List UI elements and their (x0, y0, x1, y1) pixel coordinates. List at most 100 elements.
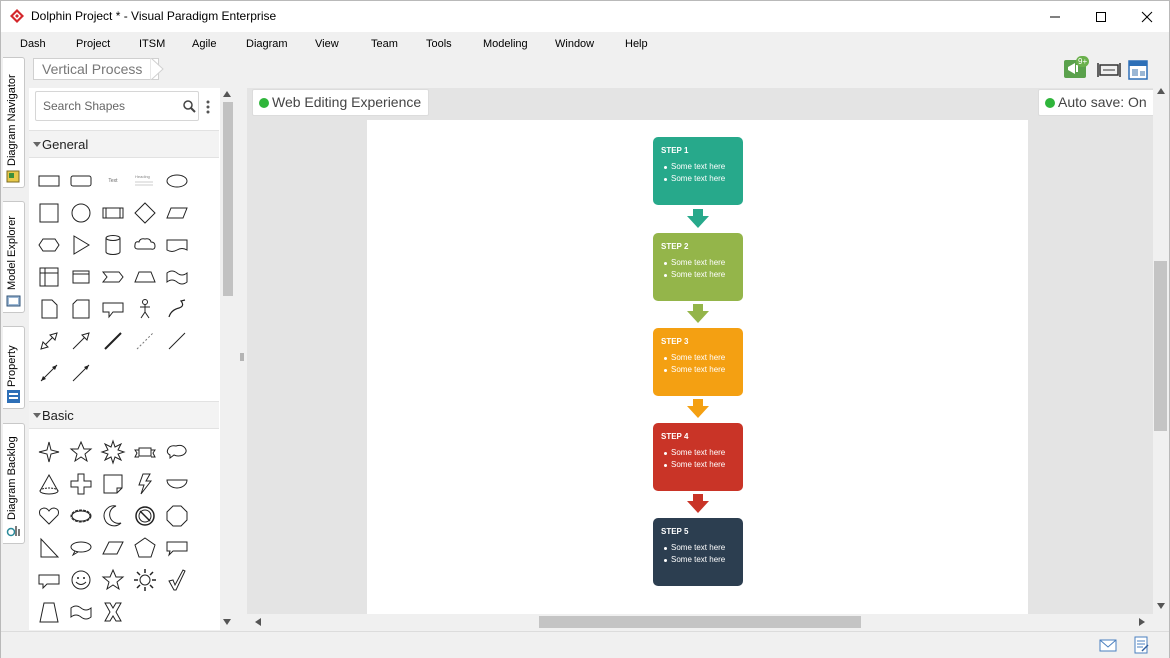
cylinder-shape[interactable] (99, 231, 127, 259)
scroll-up-icon[interactable] (223, 91, 231, 97)
down-arrow-icon[interactable] (687, 209, 709, 228)
layout-view-icon[interactable] (1127, 59, 1149, 81)
tab-model-explorer[interactable]: Model Explorer (3, 201, 25, 313)
half-circle-shape[interactable] (163, 470, 191, 498)
auto-save-badge[interactable]: Auto save: On (1038, 89, 1155, 116)
octagon-shape[interactable] (163, 502, 191, 530)
menu-window[interactable]: Window (555, 38, 594, 50)
rectangle-shape[interactable] (35, 167, 63, 195)
section-general-header[interactable]: General (29, 130, 219, 158)
thought-bubble-shape[interactable] (163, 438, 191, 466)
wave-shape[interactable] (163, 263, 191, 291)
tab-diagram-backlog[interactable]: Diagram Backlog (3, 423, 25, 544)
parallelogram-shape[interactable] (163, 199, 191, 227)
menu-modeling[interactable]: Modeling (483, 38, 528, 50)
menu-diagram[interactable]: Diagram (246, 38, 288, 50)
step-2-box[interactable]: STEP 2 Some text here Some text here (653, 233, 743, 301)
wavy-cloud-shape[interactable] (67, 502, 95, 530)
document-shape[interactable] (163, 231, 191, 259)
speech-callout-shape[interactable] (35, 566, 63, 594)
menu-tools[interactable]: Tools (426, 38, 452, 50)
checkmark-shape[interactable] (163, 566, 191, 594)
hexagon-shape[interactable] (35, 231, 63, 259)
actor-shape[interactable] (131, 295, 159, 323)
notification-button[interactable]: 9+ (1063, 56, 1090, 80)
minimize-button[interactable] (1032, 1, 1078, 32)
breadcrumb[interactable]: Vertical Process (33, 58, 160, 80)
more-options-icon[interactable] (206, 100, 210, 114)
close-button[interactable] (1124, 1, 1170, 32)
right-triangle-shape[interactable] (35, 534, 63, 562)
ribbon-shape[interactable] (131, 438, 159, 466)
search-shapes-input[interactable] (43, 99, 173, 113)
menu-itsm[interactable]: ITSM (139, 38, 165, 50)
arrow-shape[interactable] (67, 327, 95, 355)
menu-dash[interactable]: Dash (20, 38, 46, 50)
four-point-star-shape[interactable] (35, 438, 63, 466)
trapezoid-shape[interactable] (131, 263, 159, 291)
lightning-shape[interactable] (131, 470, 159, 498)
pentagon-shape[interactable] (131, 534, 159, 562)
down-arrow-icon[interactable] (687, 399, 709, 418)
heart-shape[interactable] (35, 502, 63, 530)
step-3-box[interactable]: STEP 3 Some text here Some text here (653, 328, 743, 396)
menu-team[interactable]: Team (371, 38, 398, 50)
note-shape[interactable] (35, 295, 63, 323)
star-shape[interactable] (99, 566, 127, 594)
chevron-shape[interactable] (99, 263, 127, 291)
scroll-up-icon[interactable] (1157, 88, 1165, 94)
table-shape[interactable] (35, 263, 63, 291)
ellipse-shape[interactable] (163, 167, 191, 195)
five-point-star-shape[interactable] (67, 438, 95, 466)
cone-shape[interactable] (35, 470, 63, 498)
card-shape[interactable] (67, 263, 95, 291)
triangle-shape[interactable] (67, 231, 95, 259)
rectangle-callout-shape[interactable] (163, 534, 191, 562)
square-shape[interactable] (35, 199, 63, 227)
rounded-rectangle-shape[interactable] (67, 167, 95, 195)
connector-shape[interactable] (67, 359, 95, 387)
tall-trapezoid-shape[interactable] (35, 598, 63, 626)
tab-property[interactable]: Property (3, 326, 25, 409)
smiley-face-icon[interactable] (67, 566, 95, 594)
canvas-horizontal-scrollbar-thumb[interactable] (539, 616, 861, 628)
slanted-parallelogram-shape[interactable] (99, 534, 127, 562)
oval-callout-shape[interactable] (67, 534, 95, 562)
callout-shape[interactable] (99, 295, 127, 323)
scroll-left-icon[interactable] (255, 618, 261, 626)
burst-shape[interactable] (99, 438, 127, 466)
process-shape[interactable] (99, 199, 127, 227)
panel-splitter[interactable] (237, 88, 247, 630)
sun-shape[interactable] (131, 566, 159, 594)
folded-corner-shape[interactable] (99, 470, 127, 498)
down-arrow-icon[interactable] (687, 304, 709, 323)
scroll-down-icon[interactable] (1157, 603, 1165, 609)
scroll-right-icon[interactable] (1139, 618, 1145, 626)
tab-diagram-navigator[interactable]: Diagram Navigator (3, 57, 25, 188)
thick-line-shape[interactable] (99, 327, 127, 355)
moon-shape[interactable] (99, 502, 127, 530)
dashed-line-shape[interactable] (131, 327, 159, 355)
diamond-shape[interactable] (131, 199, 159, 227)
step-1-box[interactable]: STEP 1 Some text here Some text here (653, 137, 743, 205)
fit-page-icon[interactable] (1097, 60, 1121, 80)
cloud-shape[interactable] (131, 231, 159, 259)
menu-view[interactable]: View (315, 38, 339, 50)
line-shape[interactable] (163, 327, 191, 355)
maximize-button[interactable] (1078, 1, 1124, 32)
scroll-down-icon[interactable] (223, 619, 231, 625)
flag-wave-shape[interactable] (67, 598, 95, 626)
search-icon[interactable] (183, 100, 196, 113)
web-editing-badge[interactable]: Web Editing Experience (252, 89, 430, 116)
mail-icon[interactable] (1099, 639, 1117, 652)
notes-icon[interactable] (1133, 636, 1149, 654)
text-shape[interactable]: Text (99, 167, 127, 195)
menu-project[interactable]: Project (76, 38, 110, 50)
cross-shape[interactable] (67, 470, 95, 498)
no-symbol-shape[interactable] (131, 502, 159, 530)
x-shape[interactable] (99, 598, 127, 626)
down-arrow-icon[interactable] (687, 494, 709, 513)
canvas-vertical-scrollbar-thumb[interactable] (1154, 261, 1167, 431)
step-4-box[interactable]: STEP 4 Some text here Some text here (653, 423, 743, 491)
step-5-box[interactable]: STEP 5 Some text here Some text here (653, 518, 743, 586)
